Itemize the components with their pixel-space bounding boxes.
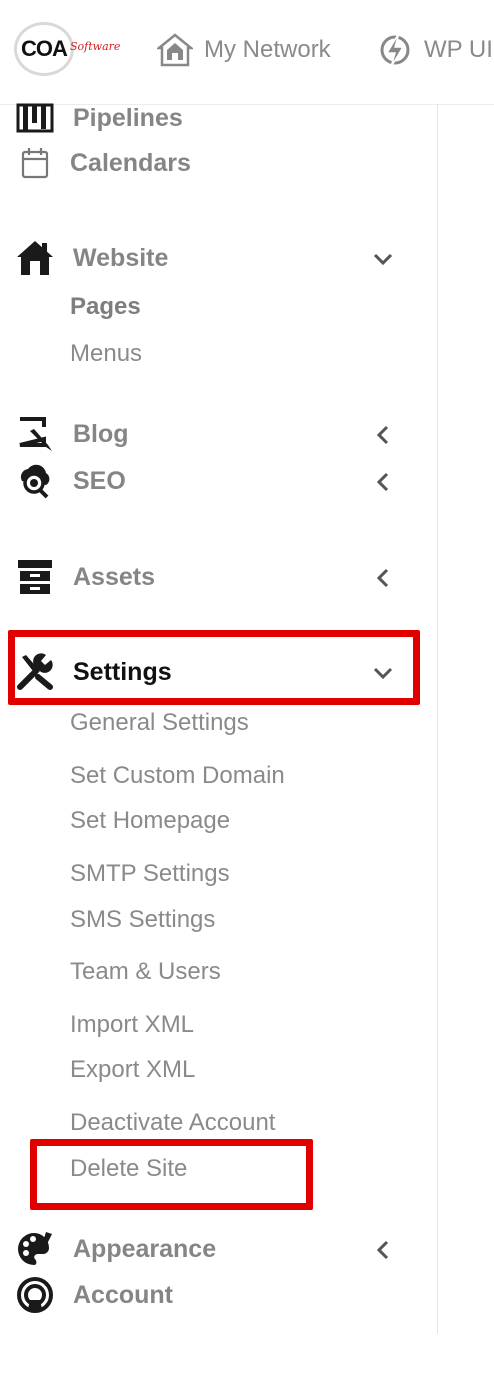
top-bar: COA Software My Network WP UI (0, 0, 494, 105)
sidebar-item-label: Settings (73, 658, 172, 686)
tools-icon (15, 653, 55, 690)
lightning-icon (376, 31, 414, 69)
chevron-left-icon[interactable] (370, 1237, 396, 1263)
sidebar-item-settings[interactable]: Settings (0, 650, 437, 694)
pipelines-icon (15, 100, 55, 136)
sidebar-item-label: Account (73, 1281, 173, 1309)
nav-wp-ui[interactable]: WP UI (376, 30, 493, 70)
account-circle-icon (15, 1277, 55, 1313)
sidebar-item-pipelines[interactable]: Pipelines (0, 96, 437, 140)
palette-icon (15, 1231, 55, 1267)
nav-my-network[interactable]: My Network (156, 30, 331, 70)
sub-item-export-xml[interactable]: Export XML (70, 1056, 195, 1084)
chevron-down-icon[interactable] (370, 246, 396, 272)
sub-item-team-users[interactable]: Team & Users (70, 958, 221, 986)
sidebar-item-account[interactable]: Account (0, 1273, 437, 1317)
chevron-down-icon[interactable] (370, 660, 396, 686)
sub-item-menus[interactable]: Menus (70, 340, 142, 368)
nav-my-network-label: My Network (204, 36, 331, 63)
sub-item-set-homepage[interactable]: Set Homepage (70, 807, 230, 835)
sub-item-smtp-settings[interactable]: SMTP Settings (70, 860, 230, 888)
sidebar-item-appearance[interactable]: Appearance (0, 1227, 437, 1271)
sub-item-delete-site[interactable]: Delete Site (70, 1155, 187, 1183)
sidebar-item-blog[interactable]: Blog (0, 412, 437, 456)
sidebar-item-assets[interactable]: Assets (0, 555, 437, 599)
sidebar-item-label: SEO (73, 467, 126, 495)
sidebar-item-label: Calendars (70, 149, 191, 177)
archive-drawer-icon (15, 559, 55, 595)
logo-text: COA (21, 36, 68, 61)
network-icon (156, 31, 194, 69)
home-icon (15, 240, 55, 276)
seo-search-icon (15, 463, 55, 499)
sub-item-general-settings[interactable]: General Settings (70, 709, 249, 737)
sidebar-item-label: Pipelines (73, 104, 183, 132)
blog-edit-icon (15, 416, 55, 452)
sidebar-item-label: Appearance (73, 1235, 217, 1263)
sidebar-item-calendars[interactable]: Calendars (0, 141, 437, 185)
sub-item-pages[interactable]: Pages (70, 293, 141, 321)
sidebar-item-label: Website (73, 244, 169, 272)
sidebar-item-label: Blog (73, 420, 129, 448)
sidebar-item-website[interactable]: Website (0, 236, 437, 280)
coa-logo[interactable]: COA (14, 22, 74, 76)
calendar-icon (15, 145, 55, 181)
nav-wp-ui-label: WP UI (424, 36, 493, 63)
sub-item-import-xml[interactable]: Import XML (70, 1011, 194, 1039)
sub-item-sms-settings[interactable]: SMS Settings (70, 906, 215, 934)
chevron-left-icon[interactable] (370, 422, 396, 448)
sub-item-deactivate-account[interactable]: Deactivate Account (70, 1109, 275, 1137)
chevron-left-icon[interactable] (370, 469, 396, 495)
sidebar-item-seo[interactable]: SEO (0, 459, 437, 503)
sidebar-item-label: Assets (73, 563, 155, 591)
sub-item-set-custom-domain[interactable]: Set Custom Domain (70, 762, 285, 790)
chevron-left-icon[interactable] (370, 565, 396, 591)
logo-script: Software (70, 40, 121, 53)
